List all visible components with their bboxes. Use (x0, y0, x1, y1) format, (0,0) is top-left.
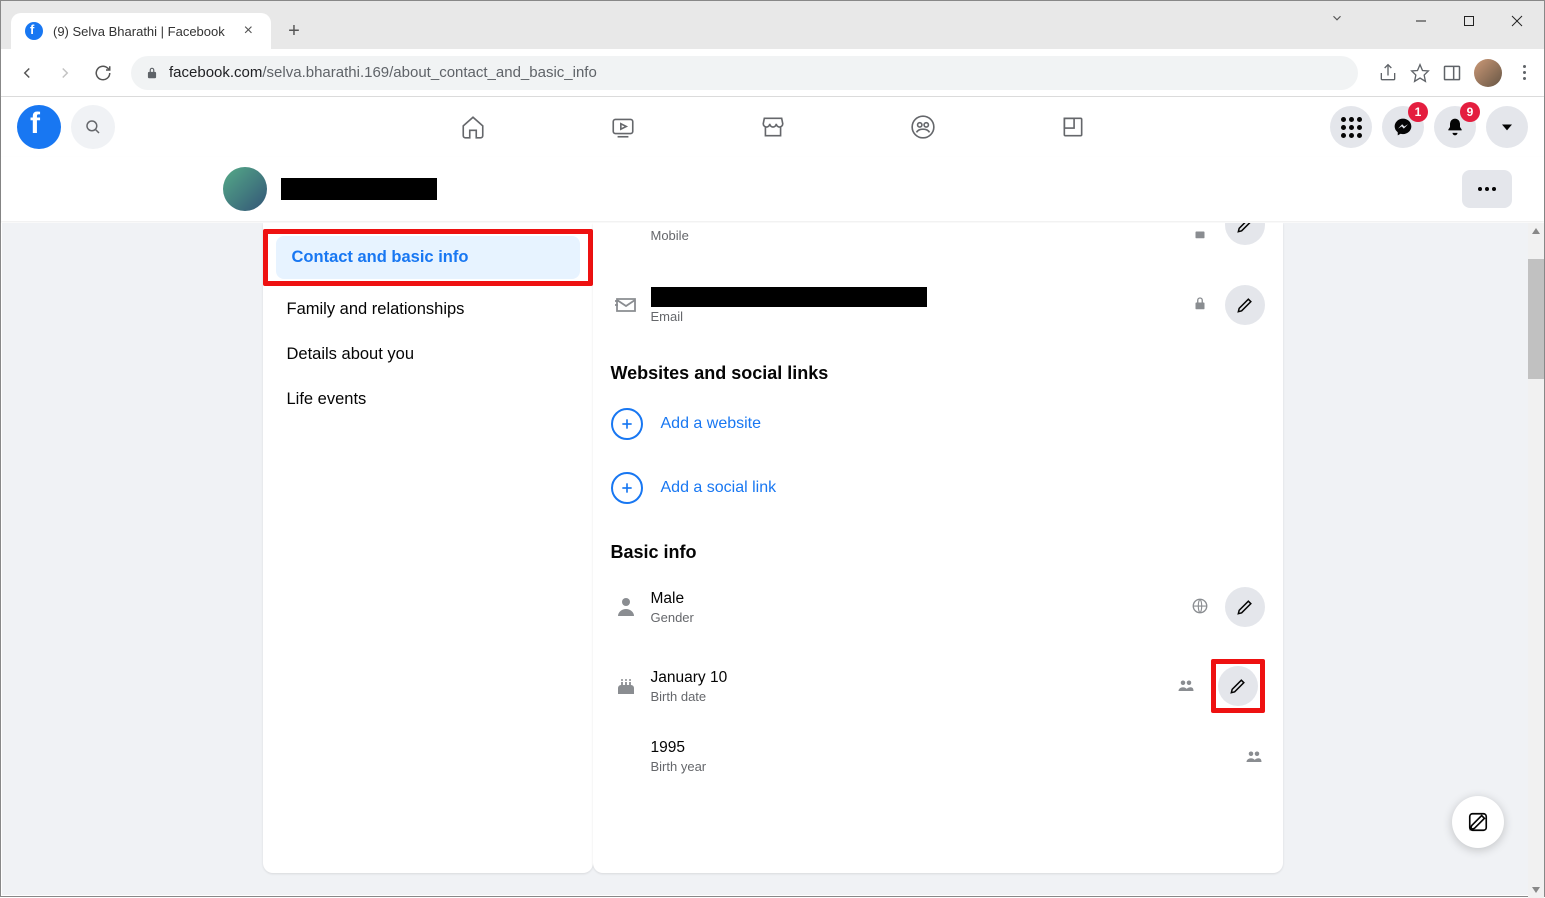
lock-icon (145, 66, 159, 80)
add-social-label: Add a social link (661, 479, 777, 497)
profile-picture[interactable] (223, 167, 267, 211)
basic-info-section-title: Basic info (611, 542, 1265, 563)
content-area: Contact and basic info Family and relati… (2, 223, 1543, 895)
email-label: Email (651, 309, 1191, 324)
chrome-profile-avatar[interactable] (1474, 59, 1502, 87)
back-button[interactable] (11, 57, 43, 89)
nav-watch[interactable] (598, 102, 648, 152)
tab-close-button[interactable]: × (240, 22, 257, 40)
grid-icon (1341, 117, 1362, 138)
window-maximize-button[interactable] (1446, 5, 1492, 37)
compose-fab[interactable] (1452, 796, 1504, 848)
facebook-search-button[interactable] (71, 105, 115, 149)
sidebar-item-details[interactable]: Details about you (271, 333, 585, 376)
bell-icon (1445, 117, 1465, 137)
birthdate-value: January 10 (651, 669, 1177, 687)
window-minimize-button[interactable] (1398, 5, 1444, 37)
person-icon (611, 595, 641, 619)
side-panel-icon[interactable] (1442, 63, 1462, 83)
add-website-label: Add a website (661, 415, 762, 433)
privacy-only-me-icon[interactable] (1191, 224, 1211, 244)
vertical-scrollbar[interactable] (1528, 223, 1544, 898)
browser-titlebar: (9) Selva Bharathi | Facebook × + (1, 1, 1544, 49)
nav-marketplace[interactable] (748, 102, 798, 152)
account-dropdown-button[interactable] (1486, 106, 1528, 148)
facebook-logo[interactable] (17, 105, 61, 149)
birthdate-label: Birth date (651, 689, 1177, 704)
add-social-row[interactable]: Add a social link (611, 462, 1265, 514)
scroll-up-arrow[interactable] (1528, 223, 1544, 239)
edit-mobile-button[interactable] (1225, 223, 1265, 245)
bookmark-star-icon[interactable] (1410, 63, 1430, 83)
tabs-dropdown-button[interactable] (1330, 11, 1344, 30)
window-close-button[interactable] (1494, 5, 1540, 37)
chrome-menu-button[interactable] (1514, 65, 1534, 80)
url-omnibox[interactable]: facebook.com/selva.bharathi.169/about_co… (131, 56, 1358, 90)
mobile-label: Mobile (651, 228, 1191, 243)
birthyear-value: 1995 (651, 739, 1245, 757)
email-value-redacted (651, 287, 927, 307)
nav-home[interactable] (448, 102, 498, 152)
birthdate-row: January 10 Birth date (611, 649, 1265, 723)
edit-gender-button[interactable] (1225, 587, 1265, 627)
profile-subheader (1, 157, 1544, 221)
cake-icon (611, 674, 641, 698)
plus-icon (611, 408, 643, 440)
browser-address-bar: facebook.com/selva.bharathi.169/about_co… (1, 49, 1544, 97)
edit-email-button[interactable] (1225, 285, 1265, 325)
websites-section-title: Websites and social links (611, 363, 1265, 384)
birthyear-row: 1995 Birth year (611, 729, 1265, 784)
sidebar-item-life-events[interactable]: Life events (271, 378, 585, 421)
scrollbar-thumb[interactable] (1528, 259, 1544, 379)
sidebar-item-contact-basic[interactable]: Contact and basic info (276, 236, 580, 279)
privacy-lock-icon[interactable] (1191, 295, 1211, 315)
share-icon[interactable] (1378, 63, 1398, 83)
privacy-public-icon[interactable] (1191, 597, 1211, 617)
privacy-friends-icon[interactable] (1245, 747, 1265, 767)
browser-tab[interactable]: (9) Selva Bharathi | Facebook × (11, 13, 271, 49)
url-text: facebook.com/selva.bharathi.169/about_co… (169, 64, 597, 81)
sidebar-item-family[interactable]: Family and relationships (271, 288, 585, 331)
email-row: Email (611, 275, 1265, 335)
messenger-badge: 1 (1408, 102, 1428, 122)
about-main-panel: Mobile Email (593, 223, 1283, 873)
gender-label: Gender (651, 610, 1191, 625)
profile-name-redacted (281, 178, 437, 200)
nav-gaming[interactable] (1048, 102, 1098, 152)
menu-grid-button[interactable] (1330, 106, 1372, 148)
scroll-down-arrow[interactable] (1528, 882, 1544, 898)
edit-birthdate-button[interactable] (1218, 666, 1258, 706)
messenger-button[interactable]: 1 (1382, 106, 1424, 148)
facebook-center-nav (448, 102, 1098, 152)
gender-row: Male Gender (611, 577, 1265, 637)
gender-value: Male (651, 590, 1191, 608)
notifications-badge: 9 (1460, 102, 1480, 122)
facebook-favicon (25, 22, 43, 40)
birthyear-label: Birth year (651, 759, 1245, 774)
profile-more-button[interactable] (1462, 170, 1512, 208)
new-tab-button[interactable]: + (279, 20, 309, 49)
privacy-friends-icon[interactable] (1177, 676, 1197, 696)
nav-groups[interactable] (898, 102, 948, 152)
reload-button[interactable] (87, 57, 119, 89)
add-website-row[interactable]: Add a website (611, 398, 1265, 450)
tab-title: (9) Selva Bharathi | Facebook (53, 24, 225, 39)
plus-icon (611, 472, 643, 504)
about-sidebar: Contact and basic info Family and relati… (263, 223, 593, 873)
notifications-button[interactable]: 9 (1434, 106, 1476, 148)
email-icon (611, 293, 641, 317)
facebook-header: 1 9 (1, 97, 1544, 157)
mobile-row: Mobile (611, 223, 1265, 255)
messenger-icon (1393, 117, 1413, 137)
forward-button (49, 57, 81, 89)
caret-down-icon (1497, 117, 1517, 137)
